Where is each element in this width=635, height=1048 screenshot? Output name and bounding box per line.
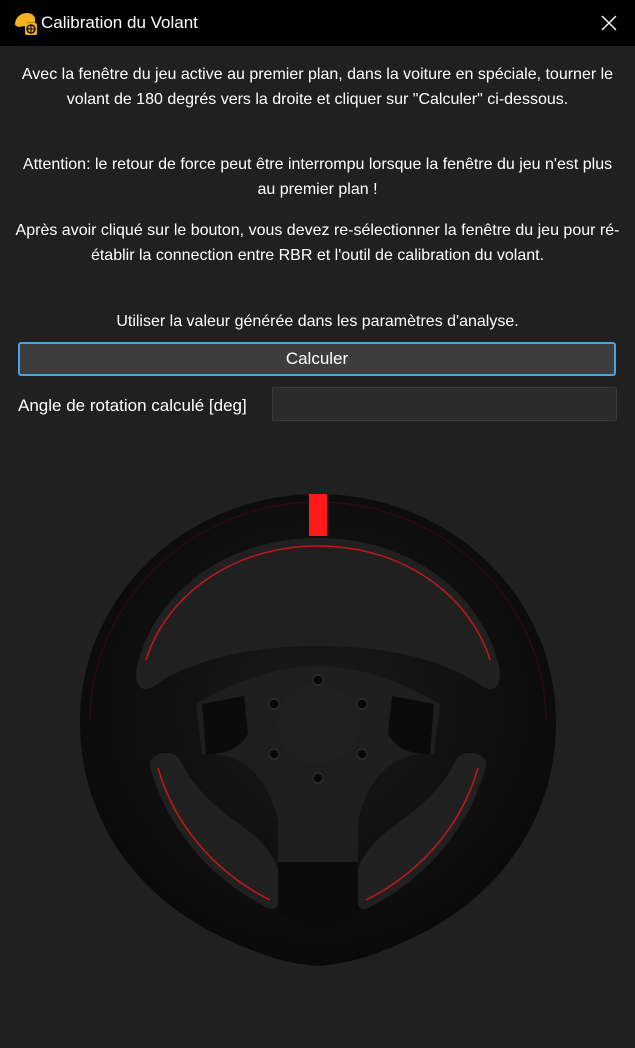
- window-title: Calibration du Volant: [41, 13, 198, 32]
- close-button[interactable]: [590, 5, 628, 41]
- instruction-text-3: Utiliser la valeur générée dans les para…: [116, 313, 519, 330]
- angle-result-field[interactable]: [272, 387, 617, 421]
- title-bar[interactable]: Calibration du Volant: [0, 0, 635, 46]
- close-icon: [601, 15, 617, 31]
- instruction-text-2: Après avoir cliqué sur le bouton, vous d…: [15, 222, 620, 264]
- angle-label: Angle de rotation calculé [deg]: [18, 396, 247, 415]
- instruction-text-1: Avec la fenêtre du jeu active au premier…: [21, 66, 614, 108]
- steering-wheel-image: [80, 494, 556, 966]
- steering-helmet-icon: [15, 13, 37, 35]
- calibration-window: Calibration du Volant Avec la fenêtre du…: [0, 0, 635, 1048]
- calculate-button[interactable]: Calculer: [18, 342, 616, 376]
- warning-text: Attention: le retour de force peut être …: [22, 156, 613, 198]
